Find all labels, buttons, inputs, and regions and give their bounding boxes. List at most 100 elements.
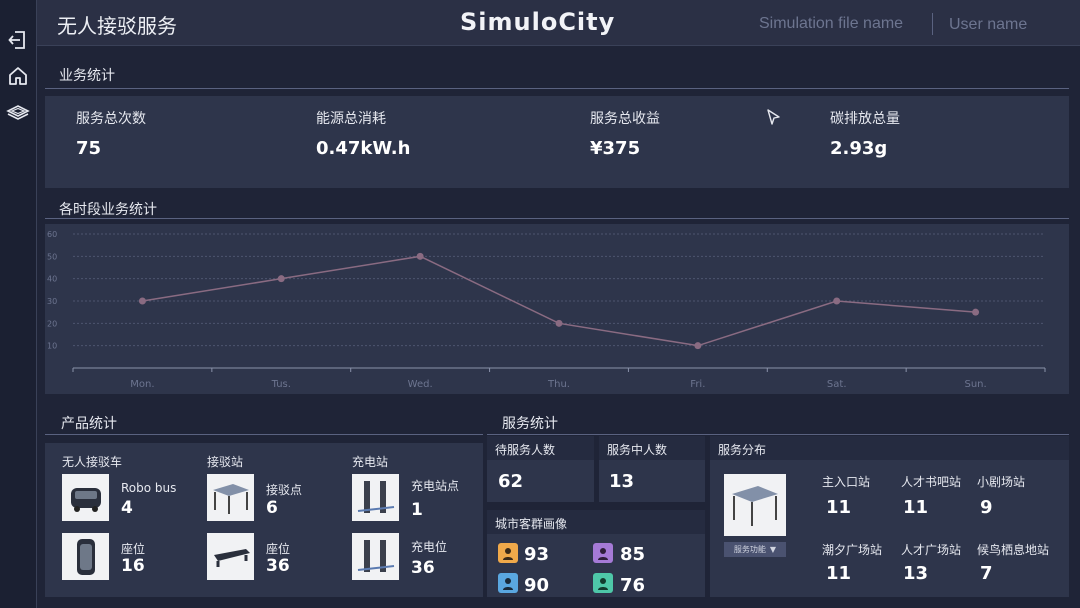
product-group-title: 充电站 [352,455,389,469]
service-function-dropdown[interactable]: 服务功能 ▼ [724,542,786,557]
card-label: 服务分布 [710,436,1069,460]
robo-bus-thumbnail [62,474,109,521]
persona-value: 85 [620,544,646,565]
distribution-station-thumbnail [724,474,786,536]
data-point [277,275,285,283]
x-tick-label: Sun. [964,379,986,390]
data-point [555,319,563,327]
station-label: 人才书吧站 [901,475,962,489]
kpi-panel: 服务总次数 75 能源总消耗 0.47kW.h 服务总收益 ¥375 碳排放总量… [45,96,1069,188]
data-point [833,297,841,305]
station-seat-thumbnail [207,533,254,580]
persona-icon [593,573,613,593]
station-label: 主入口站 [822,475,871,489]
exit-icon[interactable] [6,28,30,52]
kpi-value: 2.93g [830,138,888,159]
data-point [416,252,424,260]
kpi-label: 碳排放总量 [830,111,900,127]
product-item-label: 座位 [121,542,146,556]
product-stats-title: 产品统计 [61,416,117,432]
y-tick-label: 50 [47,252,57,261]
persona-icon [498,543,518,563]
serving-count-card: 服务中人数 13 [599,436,705,502]
simulation-file-name[interactable]: Simulation file name [759,15,903,33]
kpi-label: 能源总消耗 [316,111,386,127]
station-thumbnail [207,474,254,521]
user-name[interactable]: User name [949,16,1027,34]
x-tick-label: Sat. [827,379,847,390]
station-label: 小剧场站 [977,475,1026,489]
chevron-down-icon: ▼ [769,545,777,554]
service-stats-title: 服务统计 [502,416,558,432]
data-point [138,297,146,305]
kpi-energy: 能源总消耗 0.47kW.h [316,108,410,159]
kpi-label: 服务总次数 [76,111,146,127]
y-tick-label: 20 [47,319,57,328]
station-label: 潮夕广场站 [822,543,883,557]
product-item-label: Robo bus [121,481,177,495]
app-header: 无人接驳服务 SimuloCity Simulation file name U… [37,0,1080,46]
simulocity-logo: SimuloCity [460,8,616,36]
product-item-label: 充电站点 [411,479,460,493]
station-label: 人才广场站 [901,543,962,557]
business-stats-title: 业务统计 [59,68,115,84]
product-panel: 无人接驳车 Robo bus 4 座位 16 接驳站 接驳点 6 座位 36 充… [45,443,483,597]
kpi-carbon: 碳排放总量 2.93g [830,108,900,159]
charging-station-thumbnail [352,474,399,521]
x-tick-label: Mon. [130,379,154,390]
product-item-value: 1 [411,500,423,520]
card-value: 13 [609,471,635,492]
x-tick-label: Tus. [271,379,291,390]
product-item-value: 36 [411,558,435,578]
y-tick-label: 60 [47,230,57,239]
station-value: 9 [980,497,993,518]
kpi-service-count: 服务总次数 75 [76,108,146,159]
layers-icon[interactable] [6,100,30,124]
app-title: 无人接驳服务 [57,14,177,38]
card-label: 服务中人数 [599,436,705,460]
product-item-value: 6 [266,498,278,518]
product-item-value: 36 [266,556,290,576]
left-rail [0,0,37,608]
x-tick-label: Thu. [547,379,570,390]
kpi-value: ¥375 [590,138,641,159]
charging-slot-thumbnail [352,533,399,580]
data-point [694,342,702,350]
persona-value: 76 [620,575,646,596]
station-value: 13 [903,563,929,584]
product-item-value: 4 [121,498,133,518]
dropdown-label: 服务功能 [733,545,766,554]
data-point [972,308,980,316]
card-label: 城市客群画像 [487,510,705,534]
mouse-cursor-icon [767,109,781,131]
persona-value: 93 [524,544,550,565]
station-value: 7 [980,563,993,584]
product-item-label: 充电位 [411,540,448,554]
home-icon[interactable] [6,64,30,88]
persona-value: 90 [524,575,550,596]
y-tick-label: 10 [47,342,57,351]
kpi-value: 75 [76,138,102,159]
period-stats-title: 各时段业务统计 [59,202,157,218]
card-value: 62 [498,471,524,492]
persona-icon [498,573,518,593]
bus-seat-thumbnail [62,533,109,580]
kpi-label: 服务总收益 [590,111,660,127]
station-value: 11 [826,497,852,518]
period-line-chart: 10 20 30 40 50 60 Mon. Tus. Wed. Thu. Fri. Sat. Sun. [47,230,1046,390]
waiting-count-card: 待服务人数 62 [487,436,594,502]
section-divider [45,434,483,435]
section-divider [45,88,1069,89]
product-item-label: 接驳点 [266,483,303,497]
product-item-label: 座位 [266,542,291,556]
card-label: 待服务人数 [487,436,594,460]
x-tick-label: Fri. [690,379,705,390]
section-divider [487,434,1069,435]
kpi-value: 0.47kW.h [316,138,411,159]
x-tick-label: Wed. [408,379,433,390]
kpi-revenue: 服务总收益 ¥375 [590,108,660,159]
header-divider [932,13,933,35]
station-value: 11 [826,563,852,584]
persona-icon [593,543,613,563]
product-item-value: 16 [121,556,145,576]
